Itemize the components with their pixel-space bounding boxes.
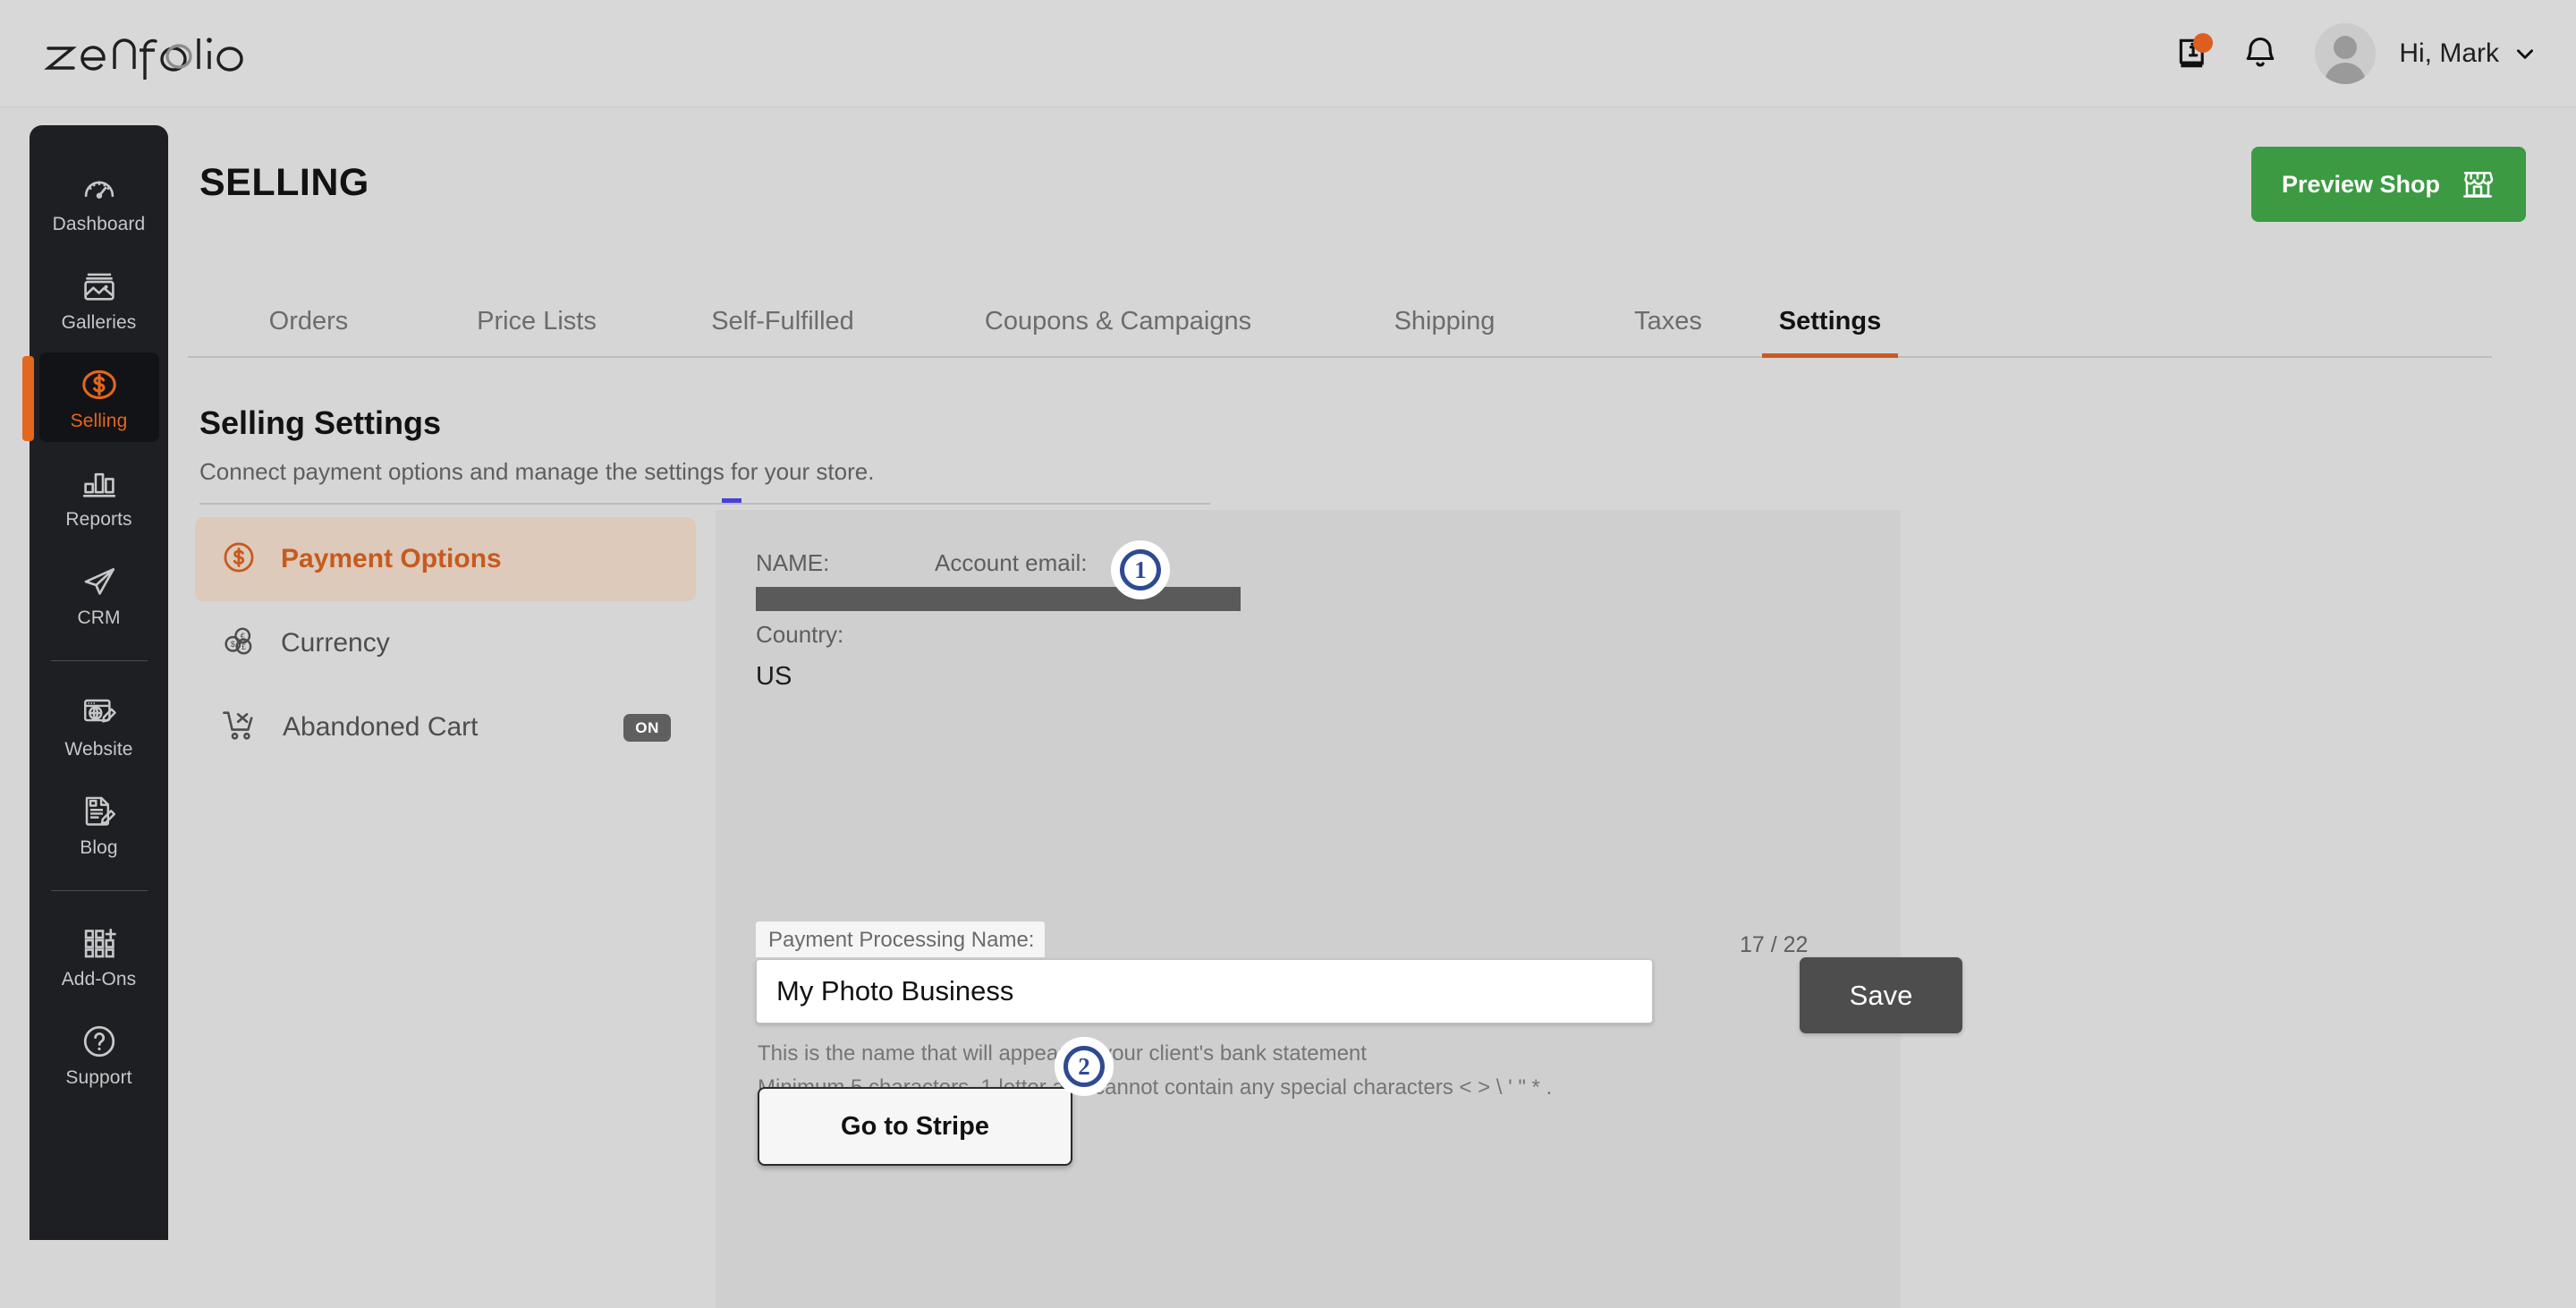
tab-settings[interactable]: Settings	[1762, 307, 1898, 358]
paper-plane-icon	[80, 561, 118, 602]
grid-plus-icon	[80, 922, 118, 964]
sidebar-item-label: CRM	[77, 607, 121, 628]
photo-icon	[80, 266, 118, 307]
chevron-down-icon	[2517, 49, 2533, 59]
question-circle-icon	[80, 1021, 119, 1062]
zenfolio-wordmark-icon	[44, 37, 243, 80]
sidebar-item-label: Reports	[65, 509, 132, 530]
annotation-marker-1-number: 1	[1120, 549, 1161, 590]
account-email-label: Account email:	[935, 549, 1088, 576]
payment-options-panel: NAME: Account email: Country: US Payment…	[716, 510, 1962, 1308]
annotation-marker-1: 1	[1116, 546, 1165, 594]
sidebar-item-crm[interactable]: CRM	[39, 549, 159, 639]
settings-nav-currency[interactable]: € $ £ Currency	[195, 601, 696, 685]
annotation-marker-2-number: 2	[1063, 1046, 1105, 1087]
sidebar-item-label: Support	[65, 1067, 132, 1088]
merchant-name-label: NAME:	[756, 549, 830, 576]
payment-processing-name-input[interactable]	[756, 959, 1653, 1023]
tab-orders[interactable]: Orders	[188, 307, 429, 356]
account-email-redacted-value	[935, 587, 1241, 611]
sidebar-item-support[interactable]: Support	[39, 1009, 159, 1099]
merchant-name-redacted-value	[756, 587, 951, 611]
preview-shop-button[interactable]: Preview Shop	[2250, 147, 2526, 222]
sidebar-divider	[50, 660, 148, 661]
section-title: Selling Settings	[199, 404, 442, 441]
sidebar-item-label: Website	[64, 739, 133, 760]
preview-shop-label: Preview Shop	[2281, 170, 2440, 198]
sidebar-item-dashboard[interactable]: Dashboard	[39, 156, 159, 245]
selling-tabs: Orders Price Lists Self-Fulfilled Coupon…	[188, 279, 2492, 358]
sidebar-item-reports[interactable]: Reports	[39, 451, 159, 540]
avatar-body	[2325, 63, 2367, 84]
sidebar-item-selling[interactable]: Selling	[21, 352, 159, 442]
sidebar-item-label: Dashboard	[52, 214, 146, 234]
abandoned-cart-status-badge[interactable]: ON	[623, 713, 671, 742]
sidebar-item-label: Add-Ons	[61, 969, 137, 989]
annotation-marker-2: 2	[1060, 1042, 1108, 1091]
settings-side-nav: Payment Options € $ £ Currency Abandoned…	[195, 517, 696, 769]
header-actions: Hi, Mark	[2161, 0, 2537, 107]
storefront-icon	[2463, 172, 2494, 198]
notifications-button[interactable]	[2227, 21, 2293, 87]
settings-nav-abandoned-cart[interactable]: Abandoned Cart ON	[195, 685, 696, 769]
top-header-bar: Hi, Mark	[0, 0, 2576, 107]
tab-shipping[interactable]: Shipping	[1315, 307, 1574, 356]
country-label: Country:	[756, 621, 844, 648]
sidebar-item-blog[interactable]: Blog	[39, 779, 159, 869]
main-content-area: SELLING Preview Shop Orders Price Lists …	[168, 125, 2576, 1308]
sidebar-item-label: Galleries	[61, 312, 137, 333]
help-center-button[interactable]	[2161, 21, 2227, 87]
bar-chart-icon	[80, 463, 118, 504]
cart-x-icon	[220, 706, 259, 750]
browser-pencil-icon	[80, 692, 118, 734]
svg-text:$: $	[231, 640, 235, 649]
settings-nav-label: Currency	[281, 628, 390, 658]
greeting-label: Hi, Mark	[2399, 38, 2499, 68]
bell-icon	[2247, 37, 2275, 67]
tab-taxes[interactable]: Taxes	[1574, 307, 1762, 356]
settings-nav-label: Abandoned Cart	[283, 712, 479, 742]
dollar-circle-icon	[220, 539, 258, 581]
coins-icon: € $ £	[220, 623, 258, 665]
sidebar-item-galleries[interactable]: Galleries	[39, 254, 159, 344]
account-menu-button[interactable]: Hi, Mark	[2399, 38, 2537, 69]
page-title: SELLING	[199, 161, 369, 204]
settings-nav-payment-options[interactable]: Payment Options	[195, 517, 696, 601]
character-counter: 17 / 22	[1740, 932, 1809, 957]
save-button[interactable]: Save	[1800, 957, 1962, 1033]
svg-text:£: £	[242, 641, 246, 650]
document-pencil-icon	[80, 791, 118, 832]
sidebar-item-add-ons[interactable]: Add-Ons	[39, 911, 159, 1000]
go-to-stripe-button[interactable]: Go to Stripe	[758, 1087, 1072, 1166]
settings-nav-label: Payment Options	[281, 544, 502, 573]
sidebar-item-label: Blog	[80, 837, 118, 858]
country-value: US	[756, 662, 792, 691]
sidebar-item-label: Selling	[70, 411, 128, 431]
dollar-circle-icon	[79, 364, 120, 405]
sidebar-item-website[interactable]: Website	[39, 681, 159, 770]
sidebar-divider	[50, 890, 148, 891]
section-subtitle: Connect payment options and manage the s…	[199, 458, 875, 485]
tab-price-lists[interactable]: Price Lists	[429, 307, 644, 356]
clipped-link-indicator	[722, 498, 741, 503]
avatar[interactable]	[2315, 23, 2377, 84]
main-sidebar: Dashboard Galleries Selling Reports CRM …	[21, 125, 168, 1240]
zenfolio-logo[interactable]	[43, 28, 258, 80]
section-divider	[199, 503, 1210, 505]
tab-coupons-campaigns[interactable]: Coupons & Campaigns	[921, 307, 1315, 356]
tab-self-fulfilled[interactable]: Self-Fulfilled	[644, 307, 921, 356]
gauge-icon	[80, 167, 118, 208]
avatar-head	[2334, 36, 2358, 59]
payment-processing-name-label: Payment Processing Name:	[756, 922, 1046, 957]
